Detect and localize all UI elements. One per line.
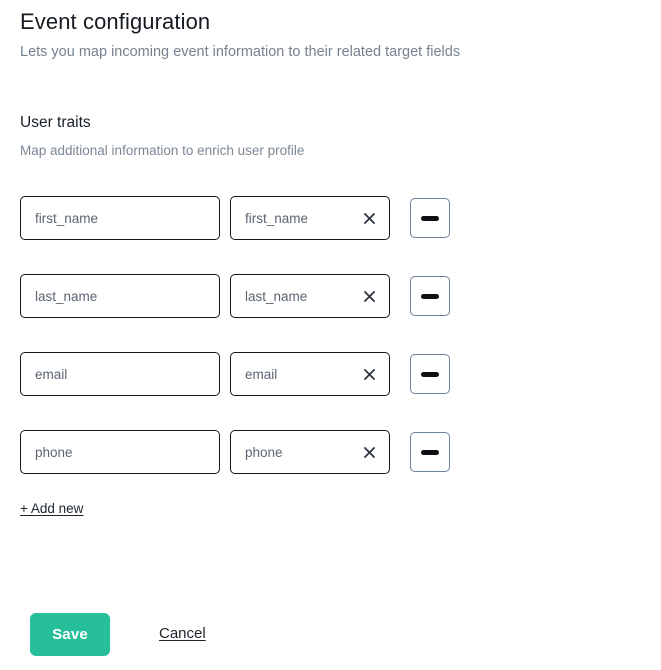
target-field-value: email bbox=[245, 366, 278, 382]
remove-row-button[interactable] bbox=[410, 276, 450, 316]
cancel-link[interactable]: Cancel bbox=[159, 624, 206, 644]
source-field-input[interactable]: email bbox=[20, 352, 220, 396]
remove-row-button[interactable] bbox=[410, 432, 450, 472]
minus-icon bbox=[421, 293, 439, 299]
trait-mapping-list: first_name first_name last_name last_nam… bbox=[0, 196, 661, 508]
source-field-value: email bbox=[35, 366, 68, 382]
minus-icon bbox=[421, 371, 439, 377]
add-new-link[interactable]: + Add new bbox=[20, 500, 83, 518]
close-icon[interactable] bbox=[361, 366, 377, 382]
close-icon[interactable] bbox=[361, 444, 377, 460]
target-field-input[interactable]: first_name bbox=[230, 196, 390, 240]
source-field-input[interactable]: first_name bbox=[20, 196, 220, 240]
table-row: last_name last_name bbox=[0, 274, 661, 352]
target-field-value: last_name bbox=[245, 288, 308, 304]
minus-icon bbox=[421, 449, 439, 455]
page-title: Event configuration bbox=[20, 9, 211, 34]
source-field-value: last_name bbox=[35, 288, 98, 304]
source-field-input[interactable]: phone bbox=[20, 430, 220, 474]
source-field-value: phone bbox=[35, 444, 73, 460]
target-field-value: first_name bbox=[245, 210, 309, 226]
target-field-input[interactable]: email bbox=[230, 352, 390, 396]
save-button[interactable]: Save bbox=[30, 613, 110, 656]
target-field-input[interactable]: last_name bbox=[230, 274, 390, 318]
minus-icon bbox=[421, 215, 439, 221]
table-row: phone phone bbox=[0, 430, 661, 508]
close-icon[interactable] bbox=[361, 288, 377, 304]
remove-row-button[interactable] bbox=[410, 354, 450, 394]
section-subtitle-user-traits: Map additional information to enrich use… bbox=[20, 143, 305, 158]
target-field-input[interactable]: phone bbox=[230, 430, 390, 474]
source-field-input[interactable]: last_name bbox=[20, 274, 220, 318]
section-title-user-traits: User traits bbox=[20, 114, 91, 131]
close-icon[interactable] bbox=[361, 210, 377, 226]
target-field-value: phone bbox=[245, 444, 283, 460]
event-configuration-page: Event configuration Lets you map incomin… bbox=[0, 0, 661, 670]
remove-row-button[interactable] bbox=[410, 198, 450, 238]
table-row: first_name first_name bbox=[0, 196, 661, 274]
table-row: email email bbox=[0, 352, 661, 430]
source-field-value: first_name bbox=[35, 210, 99, 226]
page-subtitle: Lets you map incoming event information … bbox=[20, 44, 461, 60]
